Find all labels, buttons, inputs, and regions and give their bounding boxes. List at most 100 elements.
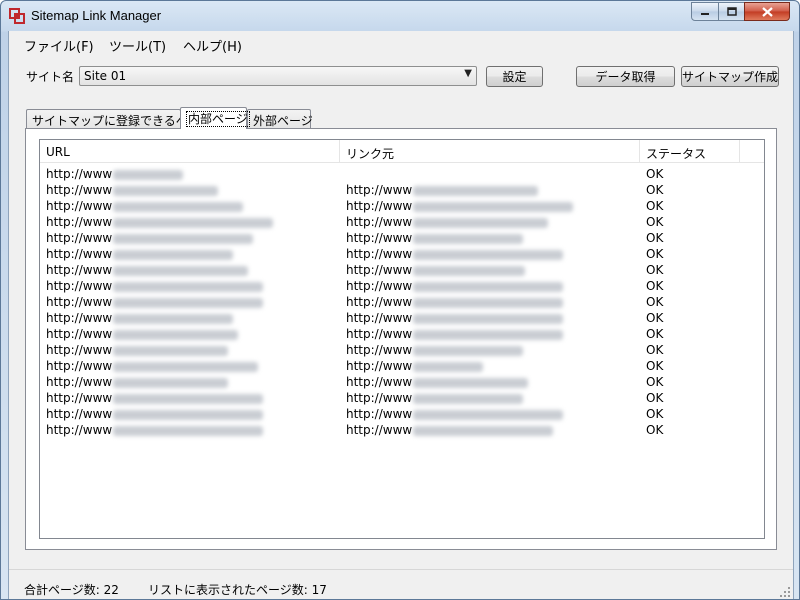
- source-cell: http://www: [346, 423, 554, 437]
- table-row[interactable]: http://www http://www OK: [40, 214, 764, 230]
- url-cell: http://www: [46, 263, 249, 277]
- source-text: http://www: [346, 215, 413, 229]
- redacted-url-segment: [113, 345, 229, 356]
- page-list[interactable]: URL リンク元 ステータス http://www OK http://www htt…: [39, 139, 765, 539]
- tab-external-pages[interactable]: 外部ページ: [247, 109, 313, 128]
- url-text: http://www: [46, 391, 113, 405]
- source-text: http://www: [346, 199, 413, 213]
- table-row[interactable]: http://www http://www OK: [40, 294, 764, 310]
- source-text: http://www: [346, 311, 413, 325]
- tab-sitemap-pages[interactable]: サイトマップに登録できるページ: [26, 109, 212, 128]
- maximize-icon: [726, 7, 737, 16]
- fetch-data-button[interactable]: データ取得: [576, 66, 675, 87]
- status-cell: OK: [646, 167, 664, 181]
- redacted-url-segment: [113, 297, 264, 308]
- minimize-icon: [701, 12, 709, 15]
- status-cell: OK: [646, 231, 664, 245]
- table-row[interactable]: http://www http://www OK: [40, 310, 764, 326]
- settings-button[interactable]: 設定: [486, 66, 543, 87]
- url-cell: http://www: [46, 167, 184, 181]
- site-select-value: Site 01: [84, 69, 127, 83]
- source-text: http://www: [346, 295, 413, 309]
- status-cell: OK: [646, 423, 664, 437]
- redacted-url-segment: [413, 217, 549, 228]
- tab-label: 内部ページ: [186, 111, 250, 127]
- menu-tools[interactable]: ツール(T): [109, 36, 166, 55]
- table-row[interactable]: http://www http://www OK: [40, 198, 764, 214]
- listed-pages-count: リストに表示されたページ数: 17: [148, 583, 327, 597]
- table-row[interactable]: http://www http://www OK: [40, 326, 764, 342]
- url-cell: http://www: [46, 375, 229, 389]
- url-text: http://www: [46, 423, 113, 437]
- url-text: http://www: [46, 263, 113, 277]
- status-cell: OK: [646, 279, 664, 293]
- redacted-url-segment: [413, 361, 484, 372]
- source-cell: http://www: [346, 327, 564, 341]
- close-button[interactable]: [744, 2, 790, 21]
- redacted-url-segment: [413, 201, 574, 212]
- source-text: http://www: [346, 247, 413, 261]
- table-row[interactable]: http://www http://www OK: [40, 262, 764, 278]
- url-cell: http://www: [46, 215, 274, 229]
- table-row[interactable]: http://www http://www OK: [40, 390, 764, 406]
- source-text: http://www: [346, 263, 413, 277]
- url-cell: http://www: [46, 423, 264, 437]
- source-text: http://www: [346, 327, 413, 341]
- table-row[interactable]: http://www http://www OK: [40, 374, 764, 390]
- create-sitemap-button[interactable]: サイトマップ作成: [681, 66, 779, 87]
- site-select[interactable]: Site 01 ▼: [79, 66, 477, 86]
- url-cell: http://www: [46, 327, 239, 341]
- source-cell: http://www: [346, 183, 539, 197]
- url-text: http://www: [46, 215, 113, 229]
- redacted-url-segment: [413, 377, 529, 388]
- table-row[interactable]: http://www http://www OK: [40, 342, 764, 358]
- column-header-source[interactable]: リンク元: [340, 140, 640, 162]
- tab-panel: URL リンク元 ステータス http://www OK http://www htt…: [25, 128, 777, 550]
- tab-label: 外部ページ: [253, 114, 313, 128]
- table-row[interactable]: http://www http://www OK: [40, 278, 764, 294]
- minimize-button[interactable]: [691, 2, 719, 21]
- source-cell: http://www: [346, 263, 526, 277]
- source-cell: http://www: [346, 199, 574, 213]
- menu-help[interactable]: ヘルプ(H): [183, 36, 242, 55]
- column-header-status[interactable]: ステータス: [640, 140, 740, 162]
- resize-grip-icon[interactable]: [779, 586, 791, 598]
- source-cell: http://www: [346, 215, 549, 229]
- source-cell: http://www: [346, 231, 524, 245]
- table-row[interactable]: http://www http://www OK: [40, 422, 764, 438]
- app-window: Sitemap Link Manager ファイル(F) ツール(T) ヘルプ(…: [0, 0, 800, 600]
- source-text: http://www: [346, 375, 413, 389]
- source-text: http://www: [346, 183, 413, 197]
- column-header-url[interactable]: URL: [40, 140, 340, 162]
- url-text: http://www: [46, 407, 113, 421]
- title-bar[interactable]: Sitemap Link Manager: [1, 1, 799, 31]
- redacted-url-segment: [113, 201, 244, 212]
- table-row[interactable]: http://www http://www OK: [40, 230, 764, 246]
- total-pages-count: 合計ページ数: 22: [24, 583, 119, 597]
- url-cell: http://www: [46, 343, 229, 357]
- table-row[interactable]: http://www http://www OK: [40, 406, 764, 422]
- url-cell: http://www: [46, 183, 219, 197]
- redacted-url-segment: [113, 377, 229, 388]
- table-row[interactable]: http://www http://www OK: [40, 358, 764, 374]
- source-text: http://www: [346, 279, 413, 293]
- source-cell: http://www: [346, 311, 564, 325]
- status-cell: OK: [646, 327, 664, 341]
- status-cell: OK: [646, 295, 664, 309]
- status-cell: OK: [646, 343, 664, 357]
- url-text: http://www: [46, 327, 113, 341]
- url-text: http://www: [46, 311, 113, 325]
- table-row[interactable]: http://www OK: [40, 166, 764, 182]
- status-cell: OK: [646, 375, 664, 389]
- source-text: http://www: [346, 391, 413, 405]
- redacted-url-segment: [113, 169, 184, 180]
- maximize-button[interactable]: [718, 2, 745, 21]
- url-text: http://www: [46, 247, 113, 261]
- redacted-url-segment: [113, 265, 249, 276]
- tab-internal-pages[interactable]: 内部ページ: [180, 107, 250, 129]
- table-row[interactable]: http://www http://www OK: [40, 246, 764, 262]
- redacted-url-segment: [113, 313, 234, 324]
- table-row[interactable]: http://www http://www OK: [40, 182, 764, 198]
- site-name-label: サイト名 :: [26, 70, 82, 84]
- menu-file[interactable]: ファイル(F): [24, 36, 94, 55]
